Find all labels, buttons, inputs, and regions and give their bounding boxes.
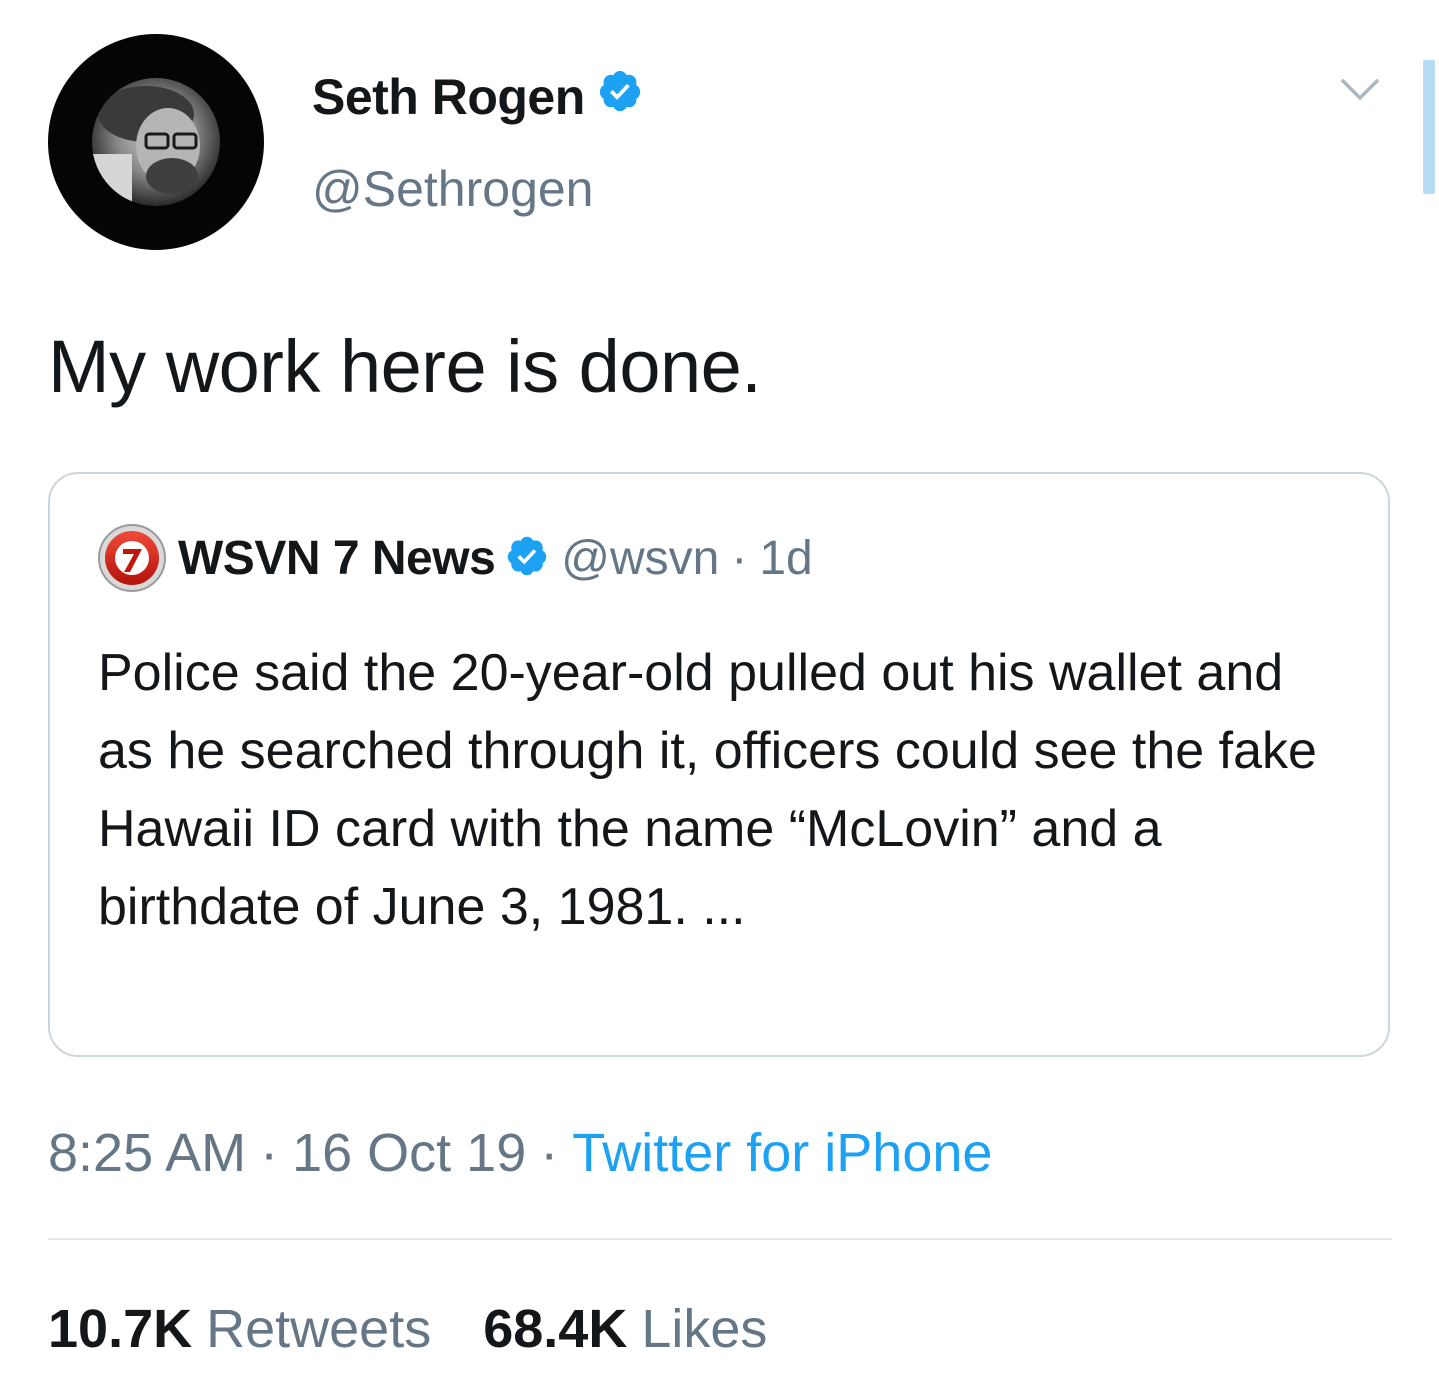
wsvn-logo (96, 522, 168, 594)
quoted-timestamp[interactable]: 1d (759, 531, 812, 586)
likes-count: 68.4K (483, 1299, 628, 1359)
avatar[interactable] (48, 34, 264, 250)
quoted-tweet-card[interactable]: WSVN 7 News @wsvn · 1d Police said the 2… (48, 472, 1390, 1057)
quoted-author-handle[interactable]: @wsvn (561, 531, 719, 586)
tweet-time[interactable]: 8:25 AM (48, 1122, 246, 1184)
likes-stat[interactable]: 68.4K Likes (483, 1298, 767, 1360)
retweets-stat[interactable]: 10.7K Retweets (48, 1298, 431, 1360)
retweets-count: 10.7K (48, 1299, 193, 1359)
author-name-row[interactable]: Seth Rogen (312, 62, 643, 132)
retweets-label: Retweets (206, 1299, 432, 1359)
author-display-name[interactable]: Seth Rogen (312, 68, 585, 126)
tweet-source-link[interactable]: Twitter for iPhone (572, 1122, 992, 1184)
quoted-author-name[interactable]: WSVN 7 News (178, 531, 496, 586)
tweet-date[interactable]: 16 Oct 19 (292, 1122, 526, 1184)
quoted-tweet-header: WSVN 7 News @wsvn · 1d (96, 524, 813, 592)
likes-label: Likes (641, 1299, 768, 1359)
tweet-meta: 8:25 AM · 16 Oct 19 · Twitter for iPhone (48, 1118, 992, 1188)
divider (48, 1238, 1392, 1240)
scrollbar-thumb[interactable] (1423, 60, 1435, 194)
verified-badge-icon (597, 68, 643, 126)
tweet-stats: 10.7K Retweets 68.4K Likes (48, 1294, 767, 1364)
tweet-text: My work here is done. (48, 325, 762, 408)
meta-separator: · (540, 1123, 559, 1183)
quoted-separator: · (731, 531, 748, 585)
meta-separator: · (260, 1123, 279, 1183)
profile-photo (92, 78, 220, 206)
quoted-tweet-text: Police said the 20-year-old pulled out h… (98, 644, 1317, 936)
verified-badge-icon (505, 534, 549, 583)
chevron-down-icon[interactable] (1338, 74, 1382, 109)
author-handle[interactable]: @Sethrogen (312, 160, 594, 218)
